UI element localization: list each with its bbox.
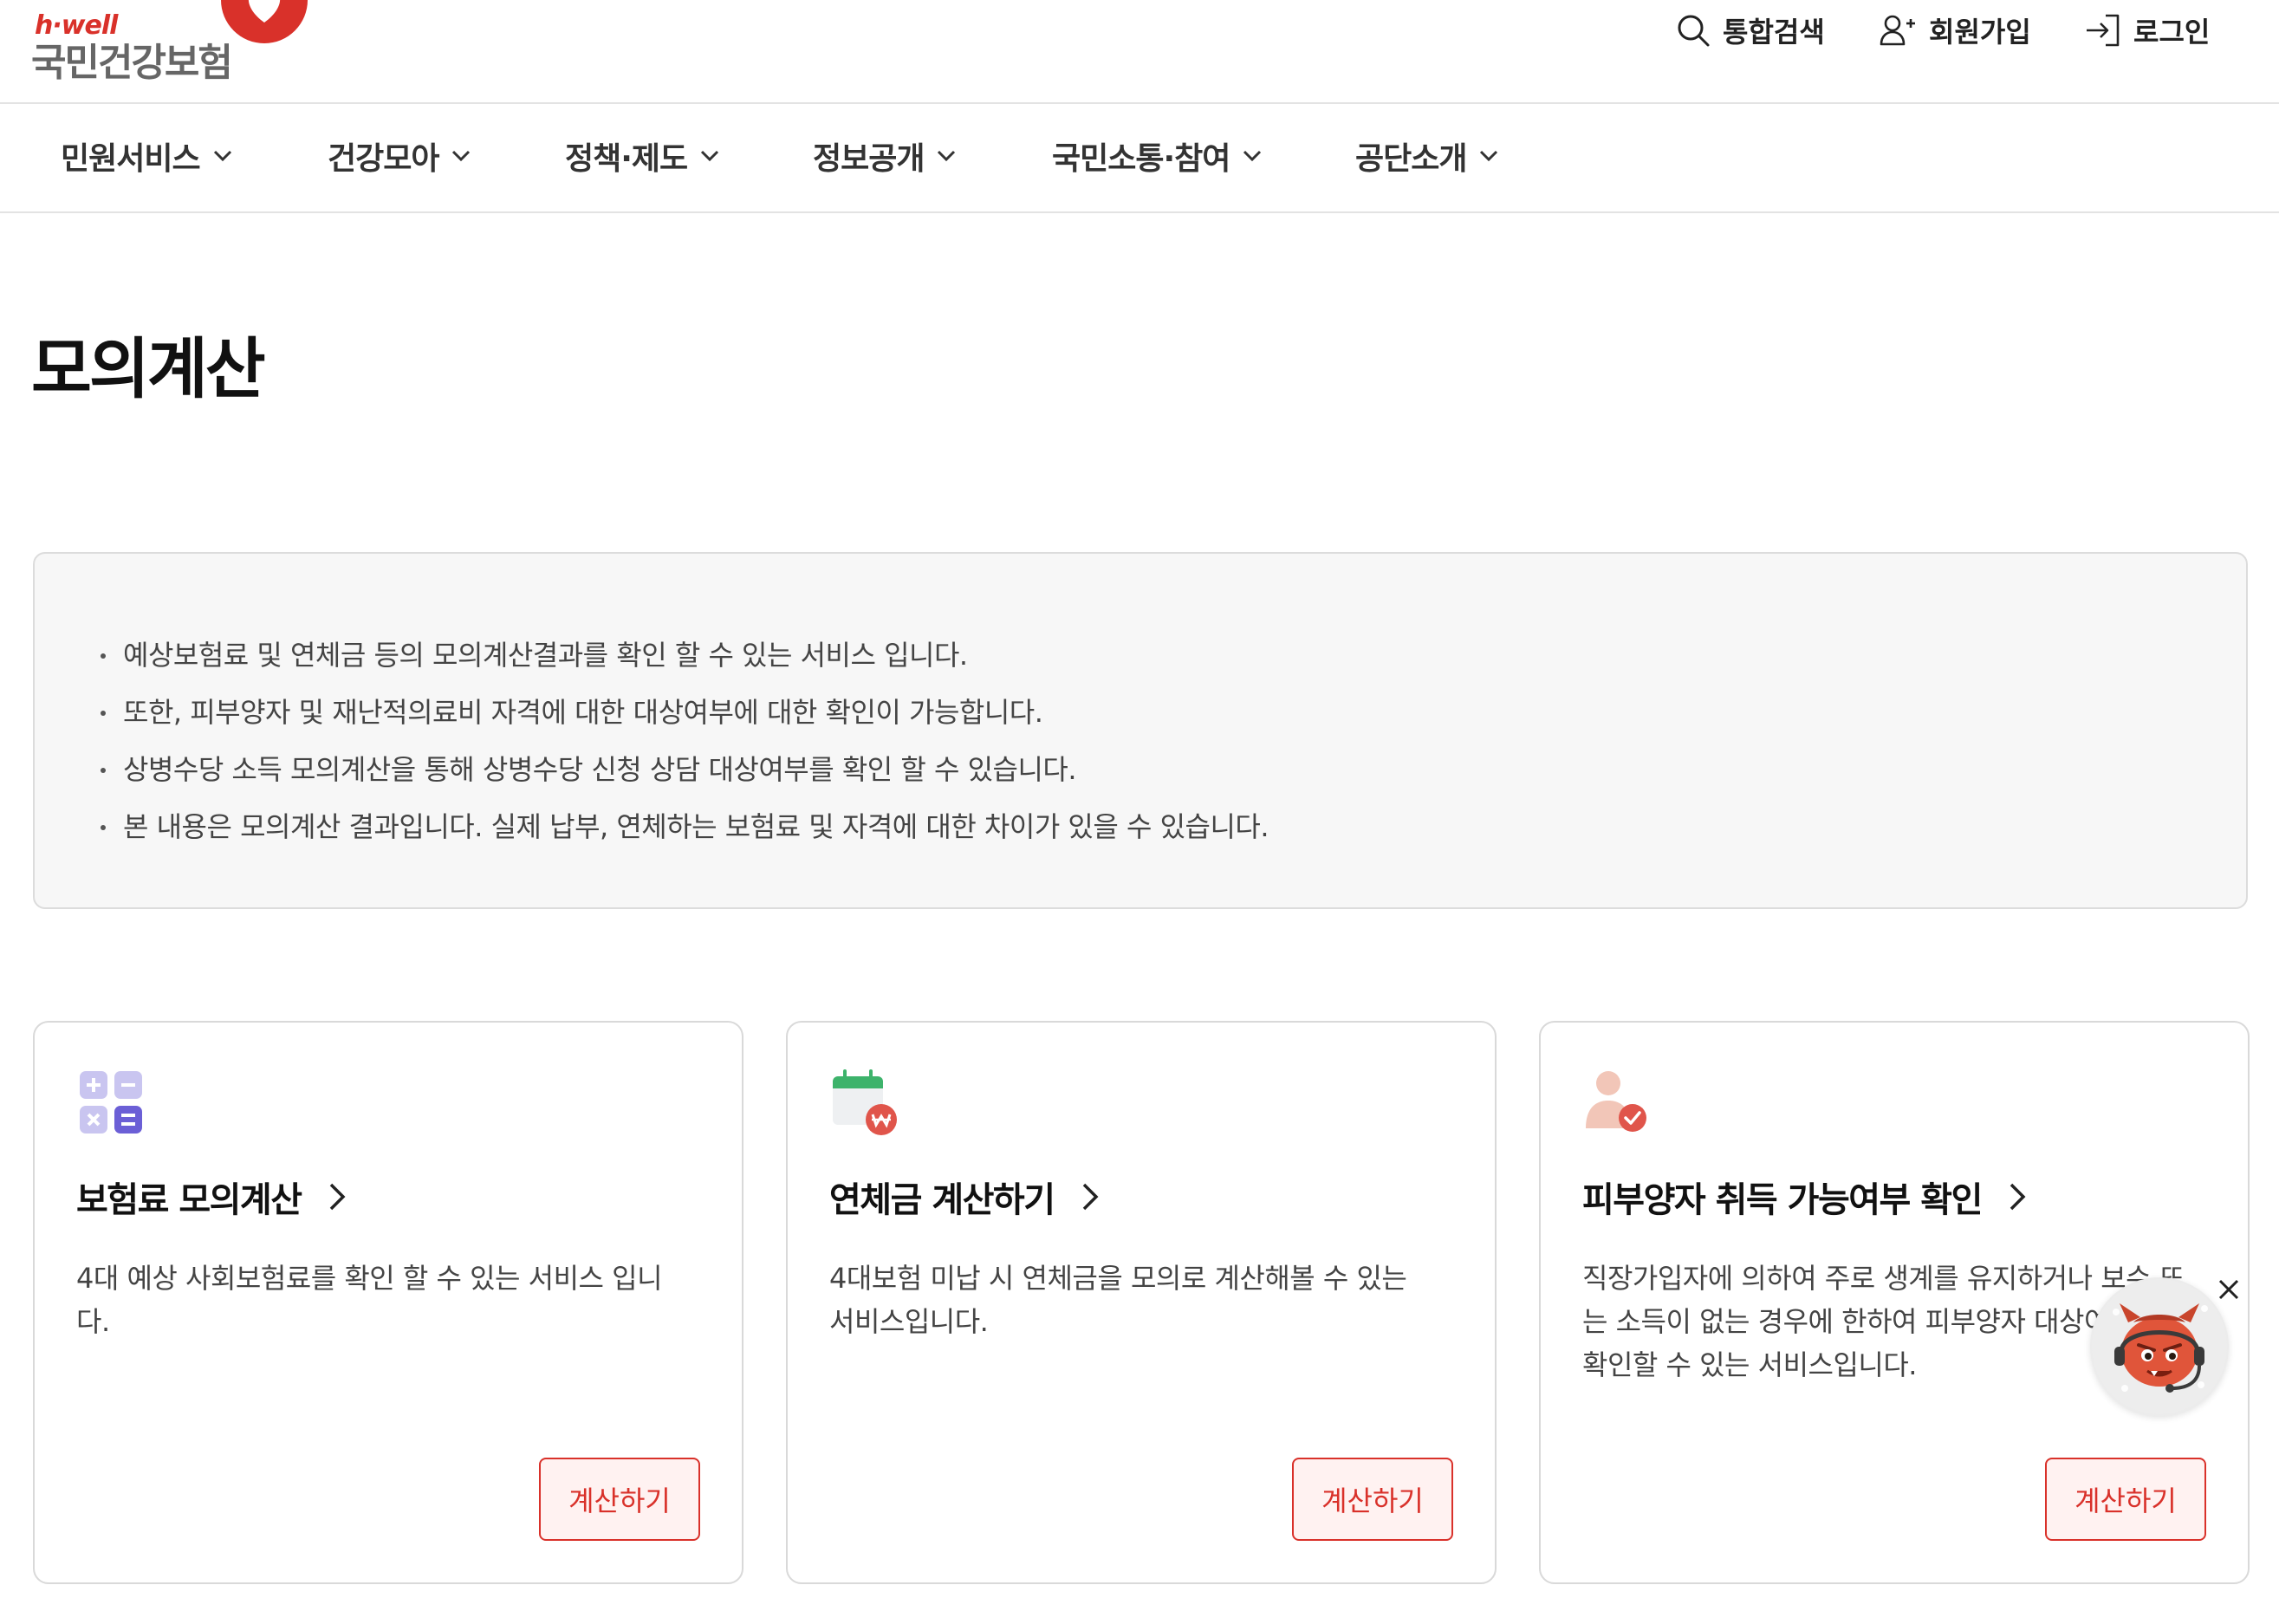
info-item: 예상보험료 및 연체금 등의 모의계산결과를 확인 할 수 있는 서비스 입니다…: [101, 627, 1269, 684]
nav-item-about[interactable]: 공단소개: [1355, 133, 1499, 179]
site-logo[interactable]: h·well 국민건강보험: [31, 0, 308, 87]
util-login-label: 로그인: [2133, 16, 2211, 49]
card-title: 보험료 모의계산: [76, 1180, 302, 1220]
user-check-icon: [1586, 1071, 1646, 1132]
util-login-link[interactable]: 로그인: [2083, 0, 2210, 61]
chevron-down-icon: [452, 150, 471, 162]
chatbot-button[interactable]: [2090, 1277, 2229, 1416]
util-search-label: 통합검색: [1723, 16, 1825, 49]
heart-logo-icon: [221, 0, 308, 43]
chevron-right-icon: [2010, 1183, 2026, 1211]
card-late-fee-calc: 연체금 계산하기 4대보험 미납 시 연체금을 모의로 계산해볼 수 있는 서비…: [786, 1021, 1497, 1584]
calendar-won-icon: [833, 1069, 897, 1135]
card-title: 연체금 계산하기: [829, 1180, 1055, 1220]
chevron-right-icon: [329, 1183, 346, 1211]
login-icon: [2087, 14, 2120, 47]
card-title-link[interactable]: 연체금 계산하기: [829, 1172, 1100, 1222]
card-title: 피부양자 취득 가능여부 확인: [1582, 1180, 1983, 1220]
close-icon[interactable]: [2213, 1274, 2244, 1305]
nav-item-health[interactable]: 건강모아: [328, 133, 471, 179]
nav-item-label: 정책·제도: [565, 141, 688, 177]
card-premium-calc: 보험료 모의계산 4대 예상 사회보험료를 확인 할 수 있는 서비스 입니다.…: [33, 1021, 743, 1584]
info-item: 또한, 피부양자 및 재난적의료비 자격에 대한 대상여부에 대한 확인이 가능…: [101, 684, 1269, 741]
nav-item-participation[interactable]: 국민소통·참여: [1052, 133, 1263, 179]
chevron-right-icon: [1082, 1183, 1099, 1211]
nav-item-label: 건강모아: [328, 141, 439, 177]
card-description: 4대 예상 사회보험료를 확인 할 수 있는 서비스 입니다.: [76, 1262, 663, 1338]
page-title: 모의계산: [31, 330, 266, 407]
info-item: 본 내용은 모의계산 결과입니다. 실제 납부, 연체하는 보험료 및 자격에 …: [101, 798, 1269, 855]
calculate-button[interactable]: 계산하기: [2045, 1458, 2206, 1541]
util-search-link[interactable]: 통합검색: [1676, 0, 1825, 61]
site-header: h·well 국민건강보험 통합검색 회원가입 로그인: [0, 0, 2279, 104]
calculator-icon: [80, 1071, 142, 1134]
calculate-button[interactable]: 계산하기: [539, 1458, 700, 1541]
calculate-button[interactable]: 계산하기: [1292, 1458, 1453, 1541]
user-add-icon: [1880, 15, 1915, 46]
card-title-link[interactable]: 피부양자 취득 가능여부 확인: [1582, 1172, 2027, 1222]
info-box: 예상보험료 및 연체금 등의 모의계산결과를 확인 할 수 있는 서비스 입니다…: [33, 552, 2248, 909]
info-list: 예상보험료 및 연체금 등의 모의계산결과를 확인 할 수 있는 서비스 입니다…: [101, 627, 1269, 855]
search-icon: [1678, 15, 1710, 47]
nav-item-disclosure[interactable]: 정보공개: [813, 133, 957, 179]
chevron-down-icon: [938, 150, 956, 162]
logo-name: 국민건강보험: [31, 41, 233, 85]
chevron-down-icon: [213, 150, 231, 162]
info-item: 상병수당 소득 모의계산을 통해 상병수당 신청 상담 대상여부를 확인 할 수…: [101, 741, 1269, 798]
nav-item-label: 정보공개: [813, 141, 925, 177]
chevron-down-icon: [1243, 150, 1262, 162]
nav-item-label: 민원서비스: [61, 141, 201, 177]
nav-item-label: 국민소통·참여: [1052, 141, 1230, 177]
card-description: 4대보험 미납 시 연체금을 모의로 계산해볼 수 있는 서비스입니다.: [829, 1262, 1407, 1338]
chevron-down-icon: [701, 150, 719, 162]
main-nav: 민원서비스 건강모아 정책·제도 정보공개 국민소통·참여 공단소개: [0, 104, 2279, 213]
chatbot-mascot-icon: [2092, 1279, 2227, 1414]
util-join-link[interactable]: 회원가입: [1879, 0, 2031, 61]
util-join-label: 회원가입: [1929, 16, 2031, 49]
nav-item-policy[interactable]: 정책·제도: [565, 133, 720, 179]
nav-item-civil-service[interactable]: 민원서비스: [61, 133, 233, 179]
card-title-link[interactable]: 보험료 모의계산: [76, 1172, 347, 1222]
chevron-down-icon: [1480, 150, 1498, 162]
nav-item-label: 공단소개: [1355, 141, 1467, 177]
